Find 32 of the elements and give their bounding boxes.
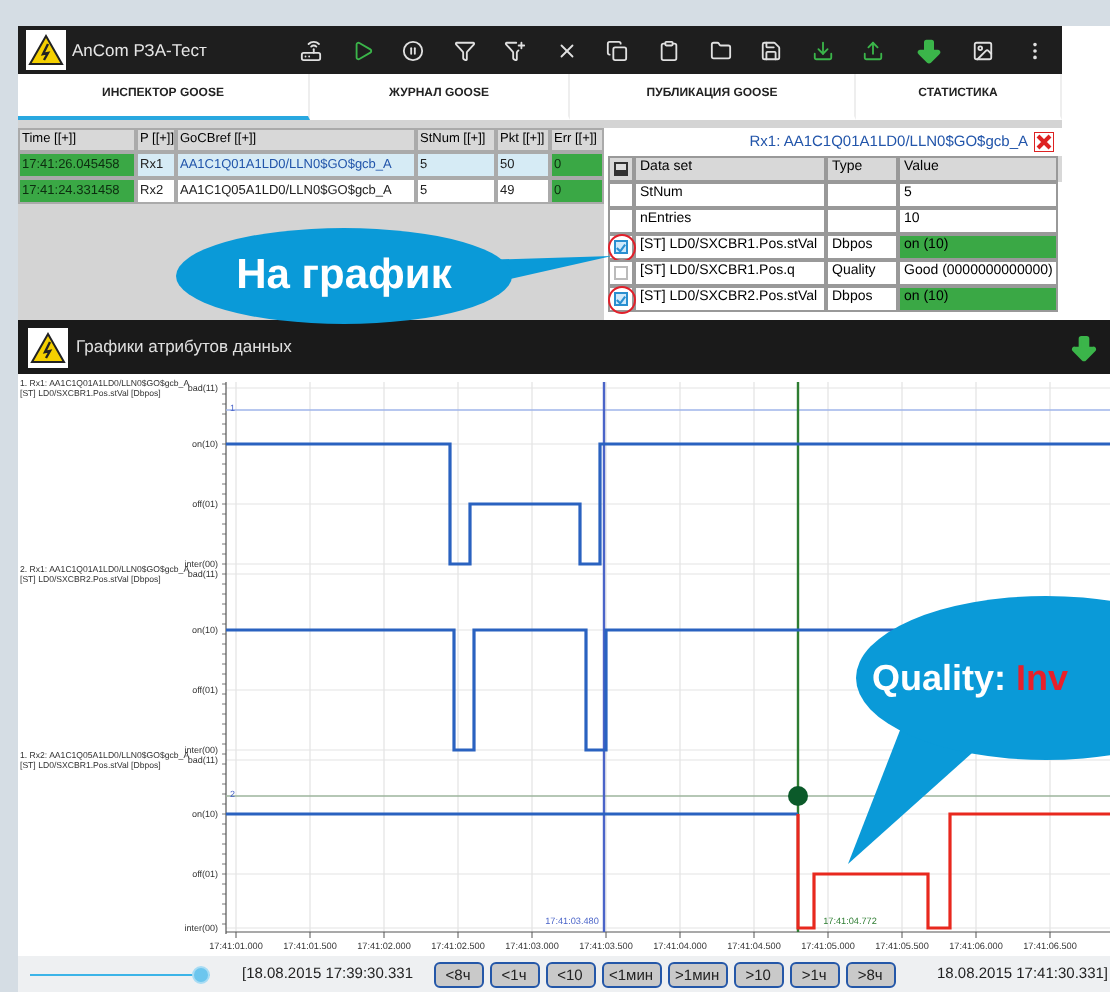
arrow-down-icon[interactable]	[1068, 331, 1100, 363]
arrow-down-icon[interactable]	[913, 35, 944, 65]
download-icon[interactable]	[811, 39, 834, 61]
funnel-icon[interactable]	[453, 39, 476, 61]
clipboard-icon[interactable]	[657, 39, 680, 61]
cursor-point[interactable]	[788, 786, 808, 806]
slider[interactable]	[30, 965, 210, 983]
app-title: AnCom РЗА-Тест	[72, 37, 209, 63]
play-icon[interactable]	[351, 39, 374, 61]
image-icon[interactable]	[614, 162, 628, 176]
slider-thumb[interactable]	[192, 965, 210, 983]
cursor-line[interactable]	[602, 382, 606, 932]
check-icon	[616, 241, 626, 253]
callout-text: На график	[236, 250, 452, 303]
checkbox[interactable]	[614, 266, 628, 280]
table-cell	[826, 208, 898, 234]
copy-icon[interactable]	[606, 39, 629, 61]
image-icon[interactable]	[972, 39, 995, 61]
warning-icon	[28, 327, 68, 367]
check-icon	[616, 293, 626, 305]
checkbox[interactable]	[614, 292, 628, 306]
chart-title: Графики атрибутов данных	[76, 334, 292, 360]
pause-icon[interactable]	[402, 39, 425, 61]
upload-icon[interactable]	[862, 39, 885, 61]
save-icon[interactable]	[760, 39, 783, 61]
callout-text: Quality: Inv	[872, 655, 1069, 702]
close-icon[interactable]	[555, 39, 578, 61]
folder-icon[interactable]	[709, 39, 731, 61]
table-cell	[826, 182, 898, 208]
funnel-plus-icon[interactable]	[504, 39, 527, 61]
checkbox[interactable]	[614, 240, 628, 254]
router-icon[interactable]	[300, 39, 322, 61]
